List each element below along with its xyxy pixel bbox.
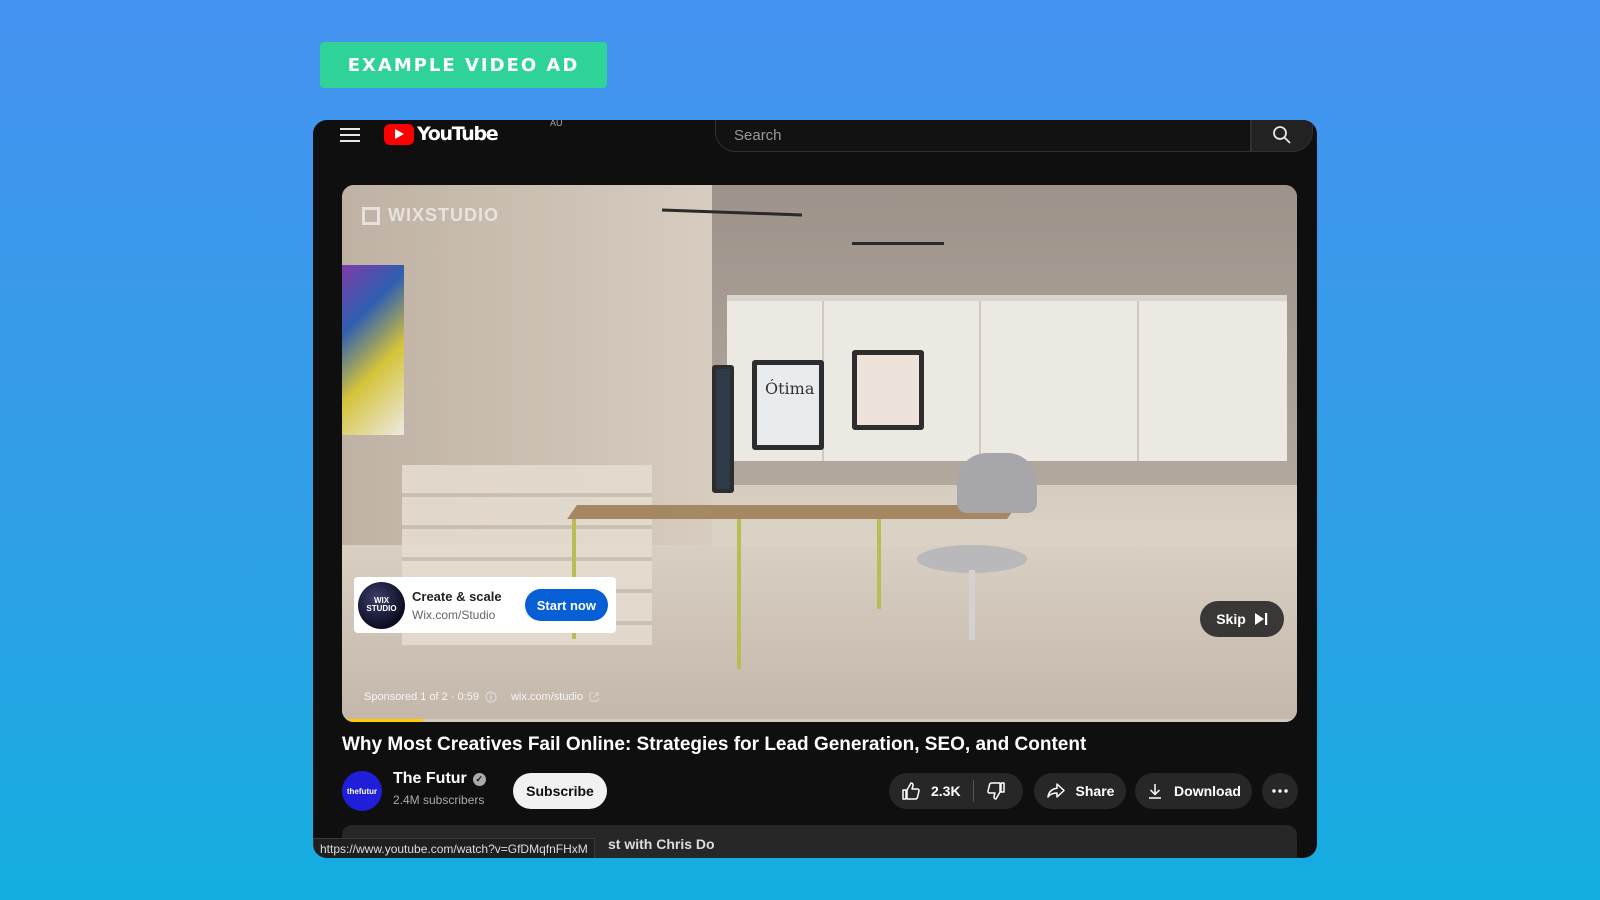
more-actions-button[interactable] (1262, 773, 1298, 809)
info-icon[interactable] (485, 691, 497, 703)
link-status-bar: https://www.youtube.com/watch?v=GfDMqfnF… (313, 838, 595, 858)
video-player[interactable]: Ótima WIXSTUDIO WIX STUDIO Create & scal… (342, 185, 1297, 722)
scene-desk-leg (877, 519, 881, 609)
advertiser-watermark: WIXSTUDIO (362, 205, 499, 226)
thumbs-down-icon (986, 782, 1005, 800)
share-icon (1046, 783, 1065, 798)
skip-next-icon (1254, 613, 1267, 625)
search-input[interactable] (732, 125, 1250, 145)
like-count: 2.3K (931, 783, 961, 799)
example-video-ad-banner: EXAMPLE VIDEO AD (320, 42, 607, 88)
scene-monitor: Ótima (752, 360, 824, 450)
download-icon (1149, 784, 1162, 799)
search-field[interactable] (715, 120, 1251, 152)
download-button[interactable]: Download (1135, 773, 1252, 809)
search-icon (1273, 126, 1291, 144)
ad-card-text[interactable]: Create & scale Wix.com/Studio (412, 589, 525, 622)
watermark-text: WIXSTUDIO (388, 205, 499, 225)
thumbs-up-icon (902, 782, 920, 800)
ad-companion-card[interactable]: WIX STUDIO Create & scale Wix.com/Studio… (354, 577, 616, 633)
scene-painting (342, 265, 404, 435)
ad-url[interactable]: Wix.com/Studio (412, 608, 525, 622)
verified-icon: ✓ (472, 772, 486, 786)
dislike-button[interactable] (986, 773, 1006, 809)
video-title: Why Most Creatives Fail Online: Strategi… (342, 734, 1087, 755)
ad-title[interactable]: Create & scale (412, 589, 525, 604)
youtube-play-icon (384, 123, 414, 145)
channel-avatar[interactable]: thefutur (342, 771, 382, 811)
description-snippet[interactable]: st with Chris Do (608, 836, 715, 852)
scene-chair-base (969, 570, 975, 640)
external-link-icon[interactable] (589, 692, 599, 702)
scene-monitor (852, 350, 924, 430)
share-button[interactable]: Share (1034, 773, 1126, 809)
youtube-wordmark: YouTube (417, 123, 499, 145)
channel-name-text[interactable]: The Futur (393, 770, 467, 788)
advertiser-link[interactable]: wix.com/studio (511, 691, 583, 703)
wix-logo-icon (362, 206, 380, 225)
ad-progress-bar[interactable] (342, 719, 1297, 722)
country-code: AU (550, 120, 563, 128)
scene-desk (567, 505, 1017, 519)
subscriber-count: 2.4M subscribers (393, 793, 485, 807)
subscribe-button[interactable]: Subscribe (513, 773, 607, 809)
start-now-button[interactable]: Start now (524, 589, 608, 621)
sponsored-text: Sponsored 1 of 2 · 0:59 (364, 691, 479, 703)
search-button[interactable] (1251, 120, 1313, 152)
menu-icon[interactable] (340, 126, 362, 144)
sponsored-info: Sponsored 1 of 2 · 0:59 wix.com/studio (364, 691, 599, 703)
advertiser-avatar[interactable]: WIX STUDIO (358, 581, 405, 629)
more-horizontal-icon (1272, 789, 1288, 793)
skip-label: Skip (1216, 611, 1246, 627)
like-divider (972, 780, 974, 802)
scene-pendant-lamp (852, 242, 944, 245)
like-button[interactable]: 2.3K (889, 773, 961, 809)
channel-name[interactable]: The Futur ✓ (393, 770, 486, 788)
share-label: Share (1075, 783, 1115, 799)
scene-chair-seat (917, 545, 1027, 573)
scene-desk-leg (737, 519, 741, 669)
scene-chair-back (957, 453, 1037, 513)
ad-progress-fill (342, 719, 424, 722)
like-dislike-group: 2.3K (889, 773, 1023, 809)
skip-ad-button[interactable]: Skip (1200, 601, 1284, 637)
download-label: Download (1174, 783, 1241, 799)
youtube-window: YouTube AU Ótima WIXSTUDIO (313, 120, 1317, 858)
scene-monitor (712, 365, 734, 493)
youtube-logo[interactable]: YouTube AU (384, 120, 563, 148)
